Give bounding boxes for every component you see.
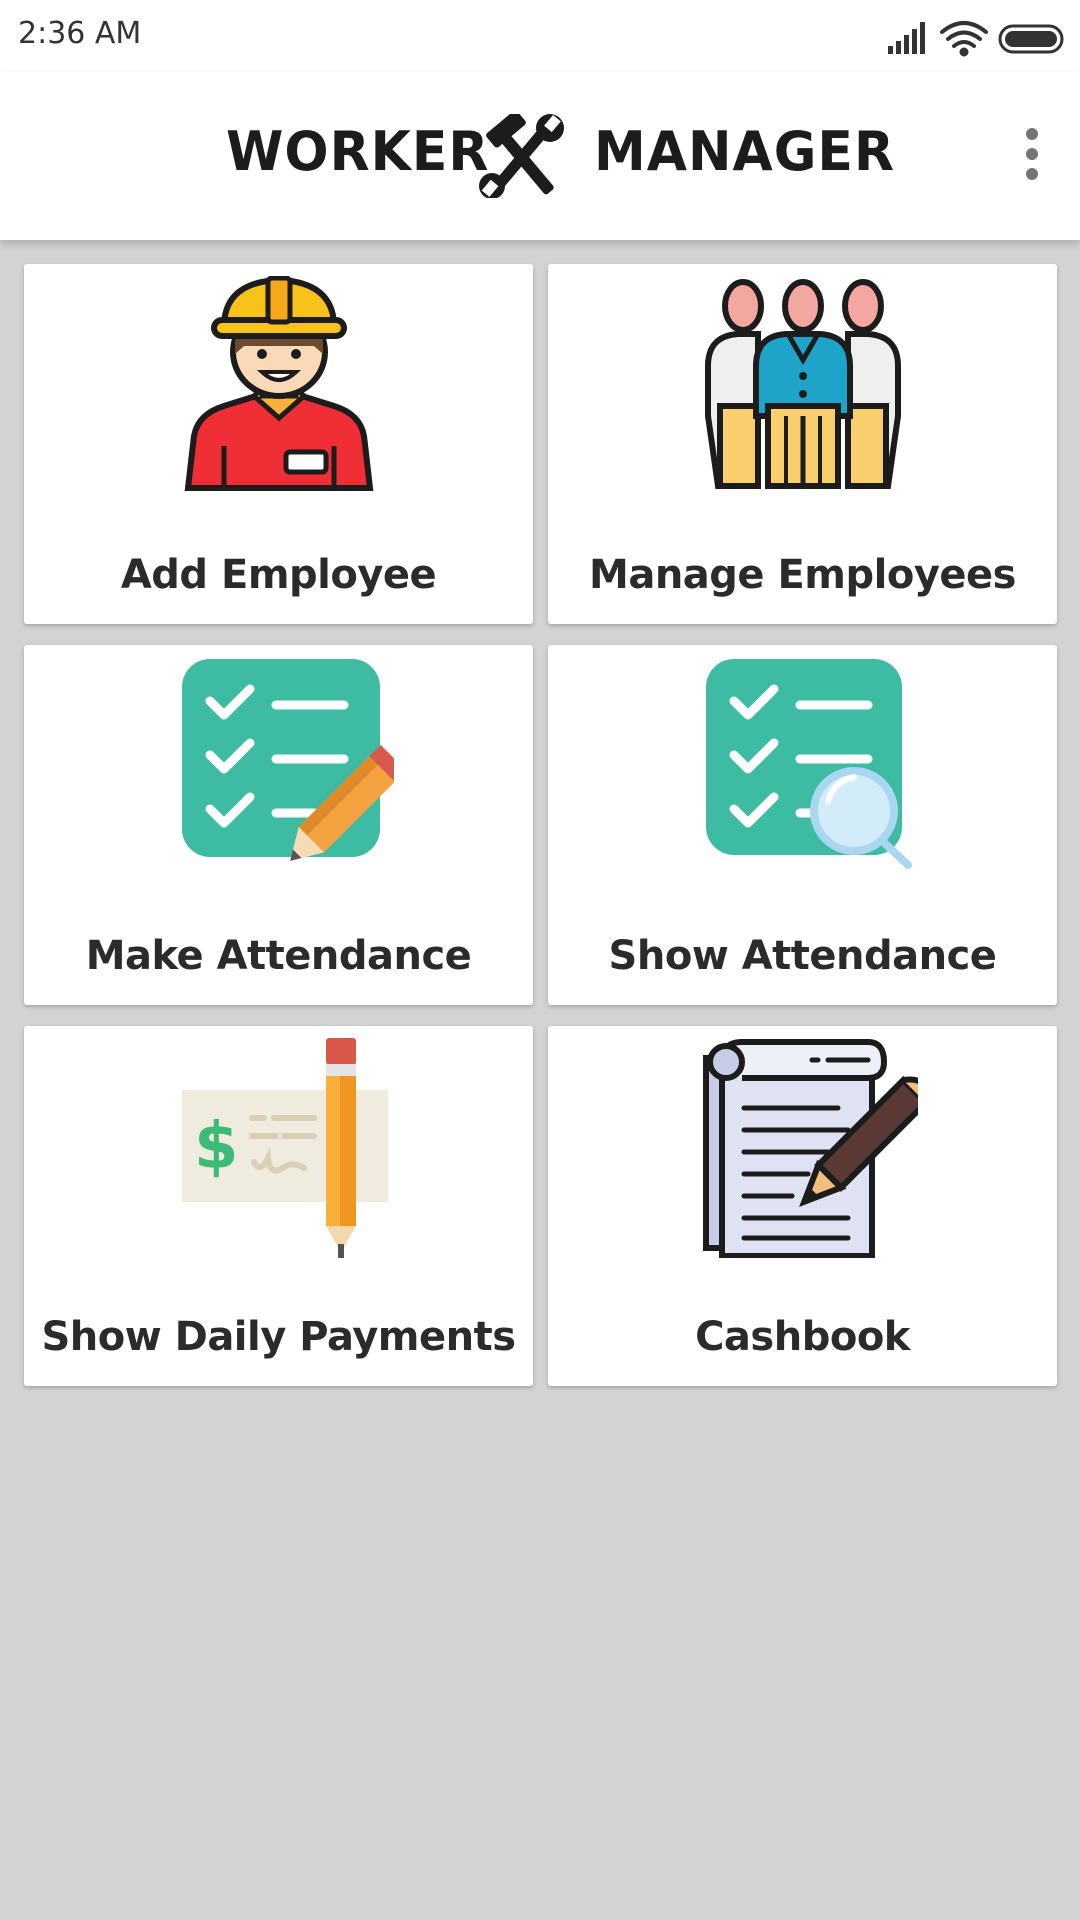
svg-text:$: $ [194,1110,239,1184]
more-vert-icon [1026,128,1038,140]
battery-icon [998,24,1064,54]
more-options-button[interactable] [1010,122,1054,186]
manage-employees-label: Manage Employees [589,552,1016,598]
employee-group-icon [704,279,901,489]
status-time: 2:36 AM [18,16,142,51]
cheque-pencil-icon: $ [181,1038,388,1258]
show-attendance-card[interactable]: Show Attendance [548,645,1057,1005]
construction-worker-icon [184,276,373,491]
make-attendance-label: Make Attendance [85,933,472,979]
add-employee-card[interactable]: Add Employee [24,264,533,624]
add-employee-label: Add Employee [120,552,437,598]
menu-grid: Add Employee Manage Employees Make Atten… [24,264,1057,1386]
app-title-manager: MANAGER [594,120,895,184]
cashbook-card[interactable]: Cashbook [548,1026,1057,1386]
show-daily-payments-card[interactable]: $ Show Daily Payments [24,1026,533,1386]
cashbook-label: Cashbook [695,1314,910,1360]
show-daily-payments-label: Show Daily Payments [41,1314,516,1360]
checklist-pencil-icon [181,659,394,861]
signal-icon [888,22,925,54]
wifi-icon [940,21,988,57]
app-bar: WORKER MANAGER [0,72,1080,240]
more-vert-dot [1026,148,1038,160]
notebook-pen-icon [702,1039,918,1258]
manage-employees-card[interactable]: Manage Employees [548,264,1057,624]
app-title-worker: WORKER [226,120,490,184]
show-attendance-label: Show Attendance [608,933,997,979]
make-attendance-card[interactable]: Make Attendance [24,645,533,1005]
checklist-magnifier-icon [705,659,912,869]
status-bar: 2:36 AM [0,0,1080,72]
status-icons [888,21,1064,57]
more-vert-dot [1026,168,1038,180]
hammer-wrench-icon [479,114,564,198]
